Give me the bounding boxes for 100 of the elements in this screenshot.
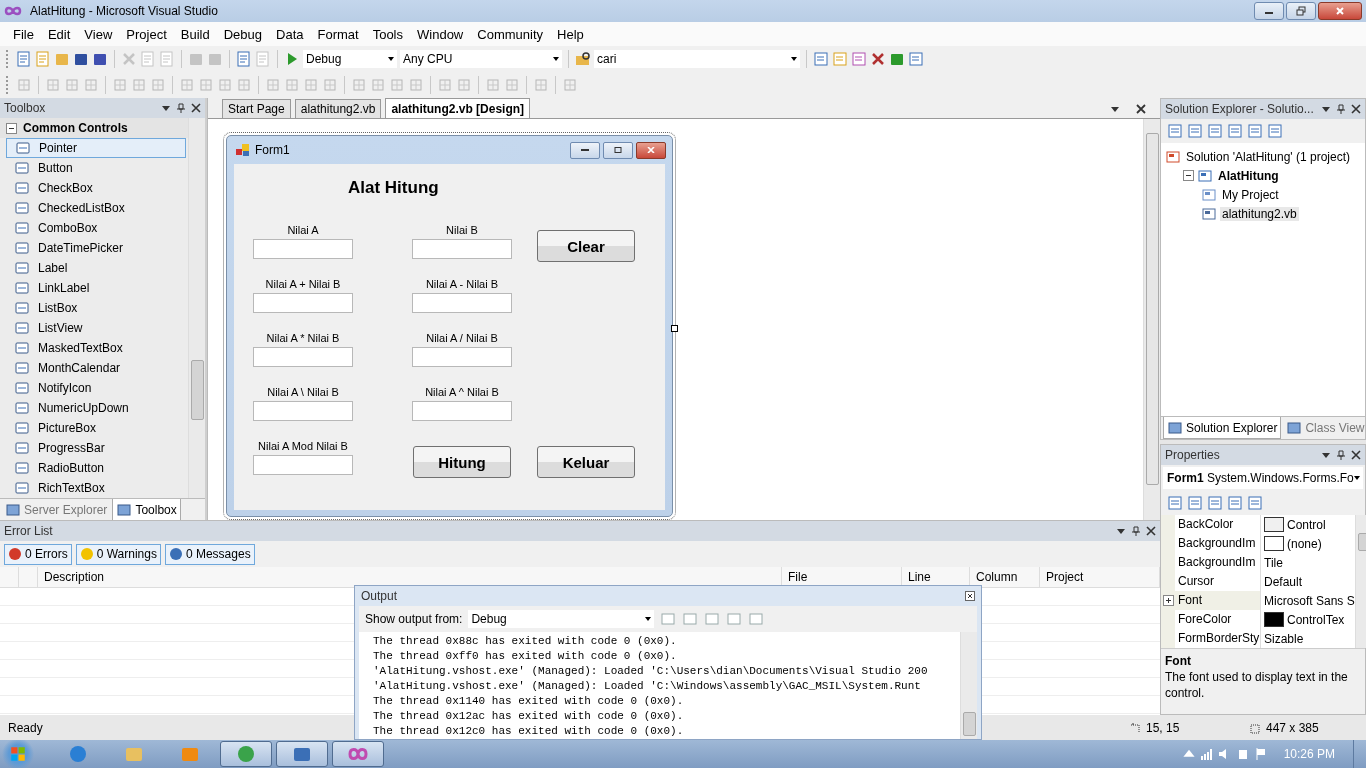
taskbar-button[interactable]	[276, 741, 328, 767]
toolbox-item[interactable]: Label	[6, 258, 186, 278]
dropdown-icon[interactable]	[161, 103, 171, 113]
toolbox-item[interactable]: PictureBox	[6, 418, 186, 438]
panel-tab[interactable]: Toolbox	[112, 499, 181, 521]
property-name[interactable]: BackgroundIm	[1175, 534, 1261, 553]
tree-item[interactable]: alathitung2.vb	[1220, 206, 1299, 221]
property-name[interactable]: ForeColor	[1175, 610, 1261, 629]
menu-item[interactable]: View	[77, 26, 120, 42]
menu-item[interactable]: File	[6, 26, 41, 42]
form-button[interactable]: Keluar	[537, 446, 635, 478]
toolbox-item[interactable]: RadioButton	[6, 458, 186, 478]
close-button[interactable]	[636, 141, 666, 159]
resize-handle[interactable]	[671, 325, 678, 332]
tree-item[interactable]: AlatHitung	[1216, 168, 1281, 183]
menu-item[interactable]: Format	[310, 26, 366, 42]
find-folder-icon[interactable]	[575, 51, 591, 67]
properties-icon[interactable]	[1167, 123, 1183, 139]
panel-tab[interactable]: Server Explorer	[2, 499, 111, 521]
toolbox-item[interactable]: LinkLabel	[6, 278, 186, 298]
close-icon[interactable]	[965, 591, 975, 601]
scrollbar[interactable]	[1143, 119, 1160, 520]
menu-item[interactable]: Data	[269, 26, 311, 42]
pin-icon[interactable]	[1336, 104, 1346, 114]
maximize-button[interactable]	[603, 141, 633, 159]
toolbox-item[interactable]: NotifyIcon	[6, 378, 186, 398]
console-icon[interactable]	[908, 51, 924, 67]
close-icon[interactable]	[1351, 104, 1361, 114]
new-project-icon[interactable]	[16, 51, 32, 67]
events-icon[interactable]	[1227, 495, 1243, 511]
menu-item[interactable]: Help	[550, 26, 591, 42]
dropdown-icon[interactable]	[1321, 104, 1331, 114]
filter-button[interactable]: 0 Errors	[4, 543, 72, 565]
toolbox-item[interactable]: ListView	[6, 318, 186, 338]
view-code-icon[interactable]	[1227, 123, 1243, 139]
minimize-button[interactable]	[570, 141, 600, 159]
menu-item[interactable]: Project	[119, 26, 174, 42]
dropdown-icon[interactable]	[1116, 526, 1126, 536]
property-pages-icon[interactable]	[1247, 495, 1263, 511]
paste-icon[interactable]	[159, 51, 175, 67]
panel-tab[interactable]: Solution Explorer	[1163, 417, 1282, 439]
cut-icon[interactable]	[121, 51, 137, 67]
flag-icon[interactable]	[1253, 747, 1268, 761]
scrollbar[interactable]	[960, 632, 977, 739]
alphabetical-icon[interactable]	[1187, 495, 1203, 511]
navigate-icon[interactable]	[236, 51, 252, 67]
property-value[interactable]: Sizable	[1264, 631, 1304, 646]
input-field[interactable]	[253, 455, 353, 475]
property-value[interactable]: ControlTex	[1287, 612, 1345, 627]
object-dropdown[interactable]: Form1 System.Windows.Forms.Fo	[1163, 467, 1363, 489]
copy-icon[interactable]	[140, 51, 156, 67]
input-field[interactable]	[253, 401, 353, 421]
close-icon[interactable]	[191, 103, 201, 113]
form-button[interactable]: Hitung	[413, 446, 511, 478]
close-icon[interactable]	[1136, 104, 1146, 114]
scrollbar[interactable]	[188, 118, 205, 498]
dropdown-icon[interactable]	[1110, 104, 1120, 114]
filter-button[interactable]: 0 Warnings	[75, 543, 161, 565]
toolbox-item[interactable]: RichTextBox	[6, 478, 186, 498]
toolbox-item[interactable]: MaskedTextBox	[6, 338, 186, 358]
property-value[interactable]: Control	[1287, 517, 1326, 532]
add-item-icon[interactable]	[35, 51, 51, 67]
property-name[interactable]: BackgroundIm	[1175, 553, 1261, 572]
refresh-icon[interactable]	[1207, 123, 1223, 139]
pin-icon[interactable]	[176, 103, 186, 113]
find-dropdown[interactable]: cari	[594, 50, 800, 68]
configuration-dropdown[interactable]: Debug	[303, 50, 397, 68]
taskbar-button[interactable]	[332, 741, 384, 767]
panel-tab[interactable]: Class View	[1283, 417, 1366, 439]
signal-icon[interactable]	[1199, 747, 1214, 761]
toolbox-item[interactable]: Button	[6, 158, 186, 178]
toolbox-item[interactable]: ProgressBar	[6, 438, 186, 458]
close-icon[interactable]	[1146, 526, 1156, 536]
input-field[interactable]	[412, 401, 512, 421]
toolbox-item[interactable]: CheckBox	[6, 178, 186, 198]
pin-icon[interactable]	[1336, 450, 1346, 460]
find-in-files-icon[interactable]	[813, 51, 829, 67]
dropdown-icon[interactable]	[1321, 450, 1331, 460]
collapse-icon[interactable]	[1183, 170, 1194, 181]
input-field[interactable]	[412, 293, 512, 313]
input-field[interactable]	[253, 293, 353, 313]
filter-button[interactable]: 0 Messages	[164, 543, 255, 565]
view-designer-icon[interactable]	[1247, 123, 1263, 139]
platform-dropdown[interactable]: Any CPU	[400, 50, 562, 68]
form-button[interactable]: Clear	[537, 230, 635, 262]
output-source-dropdown[interactable]: Debug	[468, 610, 655, 628]
toolbox-item[interactable]: Pointer	[6, 138, 186, 158]
expand-icon[interactable]	[1162, 595, 1174, 606]
property-name[interactable]: BackColor	[1175, 515, 1261, 534]
property-value[interactable]: Tile	[1264, 555, 1283, 570]
close-icon[interactable]	[1351, 450, 1361, 460]
show-files-icon[interactable]	[1187, 123, 1203, 139]
toolbox-item[interactable]: NumericUpDown	[6, 398, 186, 418]
menu-item[interactable]: Build	[173, 26, 217, 42]
menu-item[interactable]: Debug	[216, 26, 269, 42]
input-field[interactable]	[253, 347, 353, 367]
document-tab[interactable]: alathitung2.vb [Design]	[385, 98, 531, 118]
toolbox-item[interactable]: CheckedListBox	[6, 198, 186, 218]
tree-item[interactable]: Solution 'AlatHitung' (1 project)	[1184, 149, 1352, 164]
tree-item[interactable]: My Project	[1220, 187, 1281, 202]
